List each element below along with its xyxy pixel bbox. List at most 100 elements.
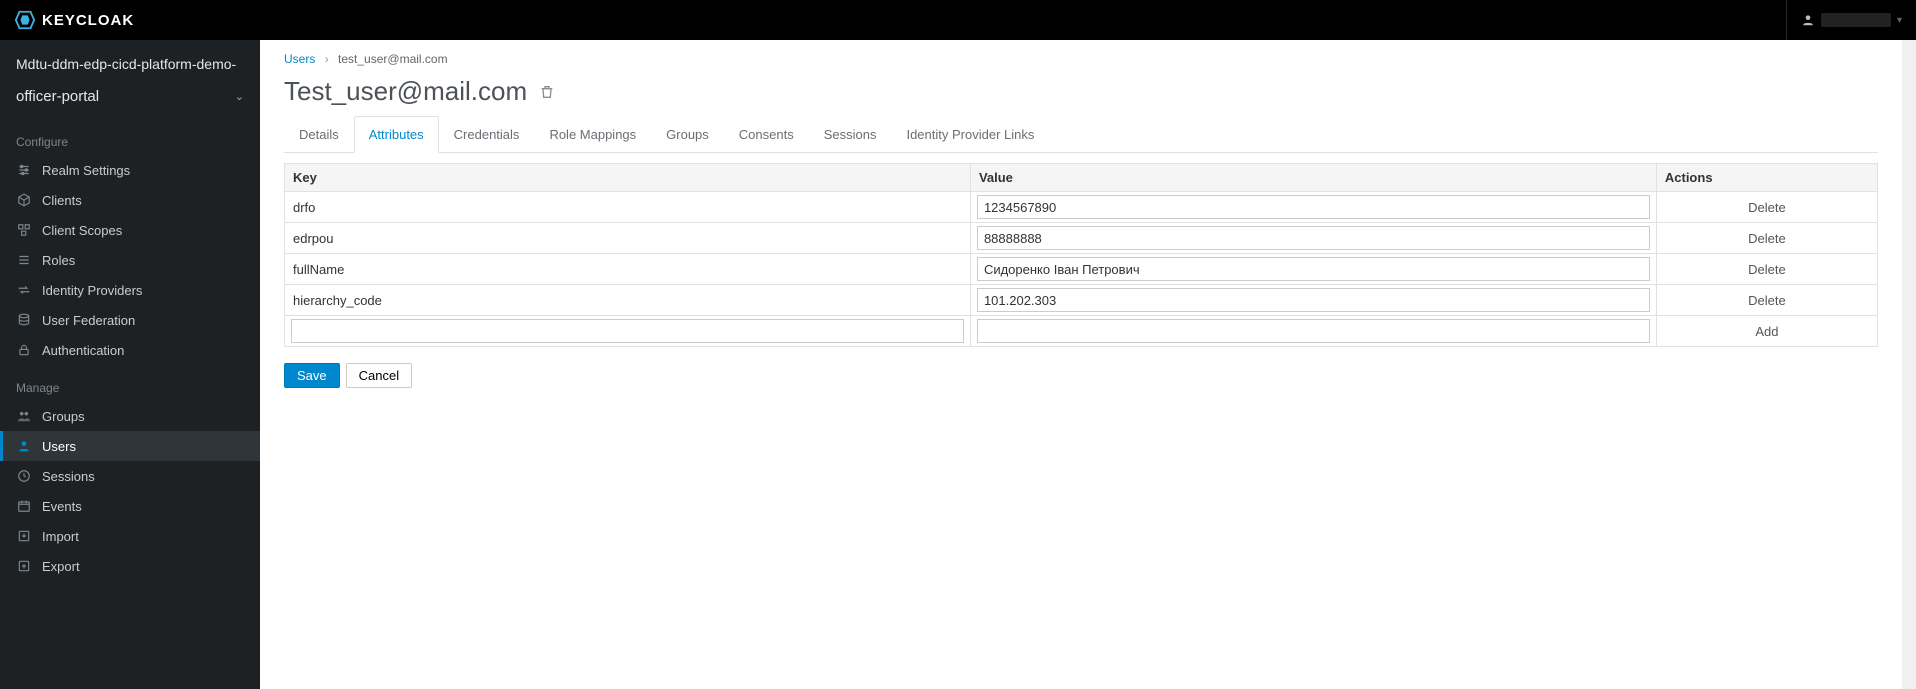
sidebar-item-label: Identity Providers xyxy=(42,283,142,298)
sidebar-item-label: Realm Settings xyxy=(42,163,130,178)
attr-key: drfo xyxy=(285,192,971,223)
cube-icon xyxy=(16,192,32,208)
calendar-icon xyxy=(16,498,32,514)
realm-short-name: officer-portal xyxy=(16,88,99,105)
sidebar-item-export[interactable]: Export xyxy=(0,551,260,581)
delete-row-button[interactable]: Delete xyxy=(1748,262,1786,277)
cubes-icon xyxy=(16,222,32,238)
sidebar-item-realm-settings[interactable]: Realm Settings xyxy=(0,155,260,185)
sidebar-item-label: Import xyxy=(42,529,79,544)
attr-value-input[interactable] xyxy=(977,195,1650,219)
brand-logo[interactable]: KEYCLOAK xyxy=(14,9,134,31)
sidebar-item-identity-providers[interactable]: Identity Providers xyxy=(0,275,260,305)
tab-role-mappings[interactable]: Role Mappings xyxy=(534,116,651,153)
sliders-icon xyxy=(16,162,32,178)
user-icon xyxy=(16,438,32,454)
chevron-down-icon: ⌄ xyxy=(235,90,244,103)
tab-attributes[interactable]: Attributes xyxy=(354,116,439,153)
exchange-icon xyxy=(16,282,32,298)
table-row-new: Add xyxy=(285,316,1878,347)
sidebar-item-events[interactable]: Events xyxy=(0,491,260,521)
attr-key: fullName xyxy=(285,254,971,285)
realm-long-name: Mdtu-ddm-edp-cicd-platform-demo- xyxy=(0,40,260,78)
export-icon xyxy=(16,558,32,574)
cancel-button[interactable]: Cancel xyxy=(346,363,412,388)
attr-key: edrpou xyxy=(285,223,971,254)
delete-row-button[interactable]: Delete xyxy=(1748,200,1786,215)
sidebar-nav-configure: Realm Settings Clients Client Scopes Rol… xyxy=(0,155,260,365)
tab-details[interactable]: Details xyxy=(284,116,354,153)
lock-icon xyxy=(16,342,32,358)
breadcrumb-current: test_user@mail.com xyxy=(338,52,448,66)
sidebar-item-label: Authentication xyxy=(42,343,124,358)
scrollbar[interactable] xyxy=(1902,40,1916,689)
breadcrumb: Users › test_user@mail.com xyxy=(284,52,1878,66)
trash-icon xyxy=(539,84,555,100)
sidebar-item-label: Users xyxy=(42,439,76,454)
brand-text: KEYCLOAK xyxy=(42,12,134,29)
tab-sessions[interactable]: Sessions xyxy=(809,116,892,153)
attr-value-input[interactable] xyxy=(977,288,1650,312)
sidebar-item-import[interactable]: Import xyxy=(0,521,260,551)
sidebar-item-sessions[interactable]: Sessions xyxy=(0,461,260,491)
database-icon xyxy=(16,312,32,328)
tab-groups[interactable]: Groups xyxy=(651,116,724,153)
sidebar-item-client-scopes[interactable]: Client Scopes xyxy=(0,215,260,245)
attr-key: hierarchy_code xyxy=(285,285,971,316)
sidebar-section-configure: Configure xyxy=(0,119,260,155)
main-content: Users › test_user@mail.com Test_user@mai… xyxy=(260,40,1902,689)
sidebar-item-users[interactable]: Users xyxy=(0,431,260,461)
import-icon xyxy=(16,528,32,544)
user-avatar-icon xyxy=(1801,13,1815,27)
table-row: drfo Delete xyxy=(285,192,1878,223)
sidebar-item-label: Client Scopes xyxy=(42,223,122,238)
sidebar-item-authentication[interactable]: Authentication xyxy=(0,335,260,365)
form-buttons: Save Cancel xyxy=(284,363,1878,388)
table-header-value: Value xyxy=(970,164,1656,192)
add-row-button[interactable]: Add xyxy=(1755,324,1778,339)
delete-row-button[interactable]: Delete xyxy=(1748,231,1786,246)
topbar: KEYCLOAK ▾ xyxy=(0,0,1916,40)
sidebar-section-manage: Manage xyxy=(0,365,260,401)
table-row: hierarchy_code Delete xyxy=(285,285,1878,316)
sidebar-item-label: Clients xyxy=(42,193,82,208)
sidebar-item-label: Export xyxy=(42,559,80,574)
sidebar-item-label: Sessions xyxy=(42,469,95,484)
user-menu-name xyxy=(1821,13,1891,27)
sidebar-item-clients[interactable]: Clients xyxy=(0,185,260,215)
tabs: Details Attributes Credentials Role Mapp… xyxy=(284,115,1878,153)
new-value-input[interactable] xyxy=(977,319,1650,343)
sidebar-item-label: Groups xyxy=(42,409,85,424)
sidebar: Mdtu-ddm-edp-cicd-platform-demo- officer… xyxy=(0,40,260,689)
table-header-key: Key xyxy=(285,164,971,192)
tab-identity-provider-links[interactable]: Identity Provider Links xyxy=(891,116,1049,153)
table-header-actions: Actions xyxy=(1656,164,1877,192)
sidebar-item-label: User Federation xyxy=(42,313,135,328)
sidebar-nav-manage: Groups Users Sessions Events Import Expo… xyxy=(0,401,260,581)
attr-value-input[interactable] xyxy=(977,226,1650,250)
realm-selector[interactable]: officer-portal ⌄ xyxy=(0,78,260,119)
chevron-down-icon: ▾ xyxy=(1897,15,1902,26)
attr-value-input[interactable] xyxy=(977,257,1650,281)
attributes-table: Key Value Actions drfo Delete edrpou Del… xyxy=(284,163,1878,347)
clock-icon xyxy=(16,468,32,484)
sidebar-item-groups[interactable]: Groups xyxy=(0,401,260,431)
table-row: edrpou Delete xyxy=(285,223,1878,254)
users-icon xyxy=(16,408,32,424)
table-row: fullName Delete xyxy=(285,254,1878,285)
keycloak-logo-icon xyxy=(14,9,36,31)
delete-row-button[interactable]: Delete xyxy=(1748,293,1786,308)
tab-consents[interactable]: Consents xyxy=(724,116,809,153)
save-button[interactable]: Save xyxy=(284,363,340,388)
sidebar-item-roles[interactable]: Roles xyxy=(0,245,260,275)
page-title-text: Test_user@mail.com xyxy=(284,76,527,107)
delete-user-button[interactable] xyxy=(539,84,555,100)
sidebar-item-user-federation[interactable]: User Federation xyxy=(0,305,260,335)
list-icon xyxy=(16,252,32,268)
breadcrumb-separator: › xyxy=(325,52,329,66)
breadcrumb-root-link[interactable]: Users xyxy=(284,52,315,66)
user-menu[interactable]: ▾ xyxy=(1786,0,1902,40)
sidebar-item-label: Events xyxy=(42,499,82,514)
tab-credentials[interactable]: Credentials xyxy=(439,116,535,153)
new-key-input[interactable] xyxy=(291,319,964,343)
